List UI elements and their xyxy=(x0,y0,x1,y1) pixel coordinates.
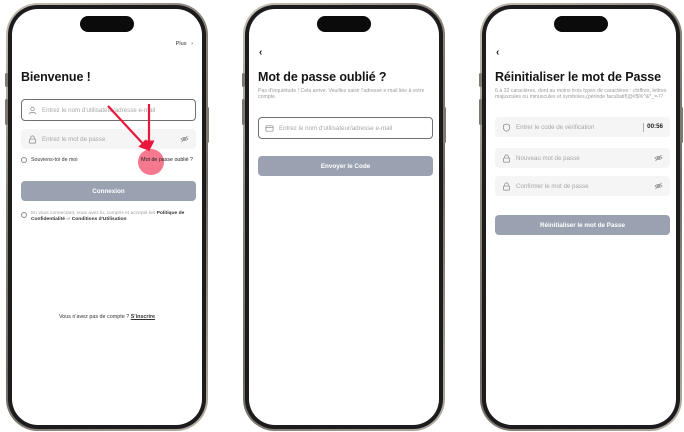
dynamic-island xyxy=(554,16,608,32)
phone-side-button xyxy=(479,73,482,87)
back-arrow-icon[interactable]: ‹ xyxy=(259,47,262,58)
lock-icon xyxy=(502,154,511,162)
id-card-icon xyxy=(265,124,274,132)
page-subtitle: Pas d'inquiétude ! Cela arrive. Veuillez… xyxy=(258,88,425,101)
countdown-timer: 00:56 xyxy=(647,123,663,130)
reset-password-screen: ‹ Réinitialiser le mot de Passe 6 à 32 c… xyxy=(486,9,676,425)
new-password-input[interactable]: Nouveau mot de passe xyxy=(495,148,670,168)
phone-side-button xyxy=(5,73,8,87)
phone-side-button xyxy=(680,107,683,143)
annotation-arrows xyxy=(107,104,155,152)
field-divider xyxy=(643,123,644,132)
dynamic-island xyxy=(317,16,371,32)
email-input[interactable]: Entrez le nom d'utilisateur/adresse e-ma… xyxy=(258,117,433,139)
shield-icon xyxy=(502,123,511,132)
send-code-button[interactable]: Envoyer le Code xyxy=(258,156,433,176)
eye-off-icon[interactable] xyxy=(654,182,663,191)
confirm-password-placeholder: Confirmer le mot de passe xyxy=(516,182,589,190)
page-subtitle: 6 à 32 caractères, dont au moins trois t… xyxy=(495,88,667,101)
verification-code-placeholder: Entrer le code de vérification xyxy=(516,123,595,131)
lock-icon xyxy=(502,182,511,190)
phone-side-button xyxy=(443,107,446,143)
phone-side-button xyxy=(206,107,209,143)
phone-side-button xyxy=(5,99,8,125)
annotation-arrow-diagonal xyxy=(107,105,150,152)
verification-code-input[interactable]: Entrer le code de vérification 00:56 xyxy=(495,117,670,137)
login-screen: Plus › Bienvenue ! Entrez le nom d'utili… xyxy=(12,9,202,425)
phone-side-button xyxy=(479,99,482,125)
email-placeholder: Entrez le nom d'utilisateur/adresse e-ma… xyxy=(279,124,393,132)
phone-side-button xyxy=(242,73,245,87)
reset-password-button[interactable]: Réinitialiser le mot de Passe xyxy=(495,215,670,235)
phone-side-button xyxy=(242,99,245,125)
eye-off-icon[interactable] xyxy=(654,154,663,163)
phone-forgot-password-screen: ‹ Mot de passe oublié ? Pas d'inquiétude… xyxy=(242,3,446,431)
phone-reset-password-screen: ‹ Réinitialiser le mot de Passe 6 à 32 c… xyxy=(479,3,683,431)
confirm-password-input[interactable]: Confirmer le mot de passe xyxy=(495,176,670,196)
page-title: Mot de passe oublié ? xyxy=(258,70,387,84)
back-arrow-icon[interactable]: ‹ xyxy=(496,47,499,58)
page-title: Réinitialiser le mot de Passe xyxy=(495,70,661,84)
forgot-password-screen: ‹ Mot de passe oublié ? Pas d'inquiétude… xyxy=(249,9,439,425)
new-password-placeholder: Nouveau mot de passe xyxy=(516,154,580,162)
phone-login-screen: Plus › Bienvenue ! Entrez le nom d'utili… xyxy=(5,3,209,431)
